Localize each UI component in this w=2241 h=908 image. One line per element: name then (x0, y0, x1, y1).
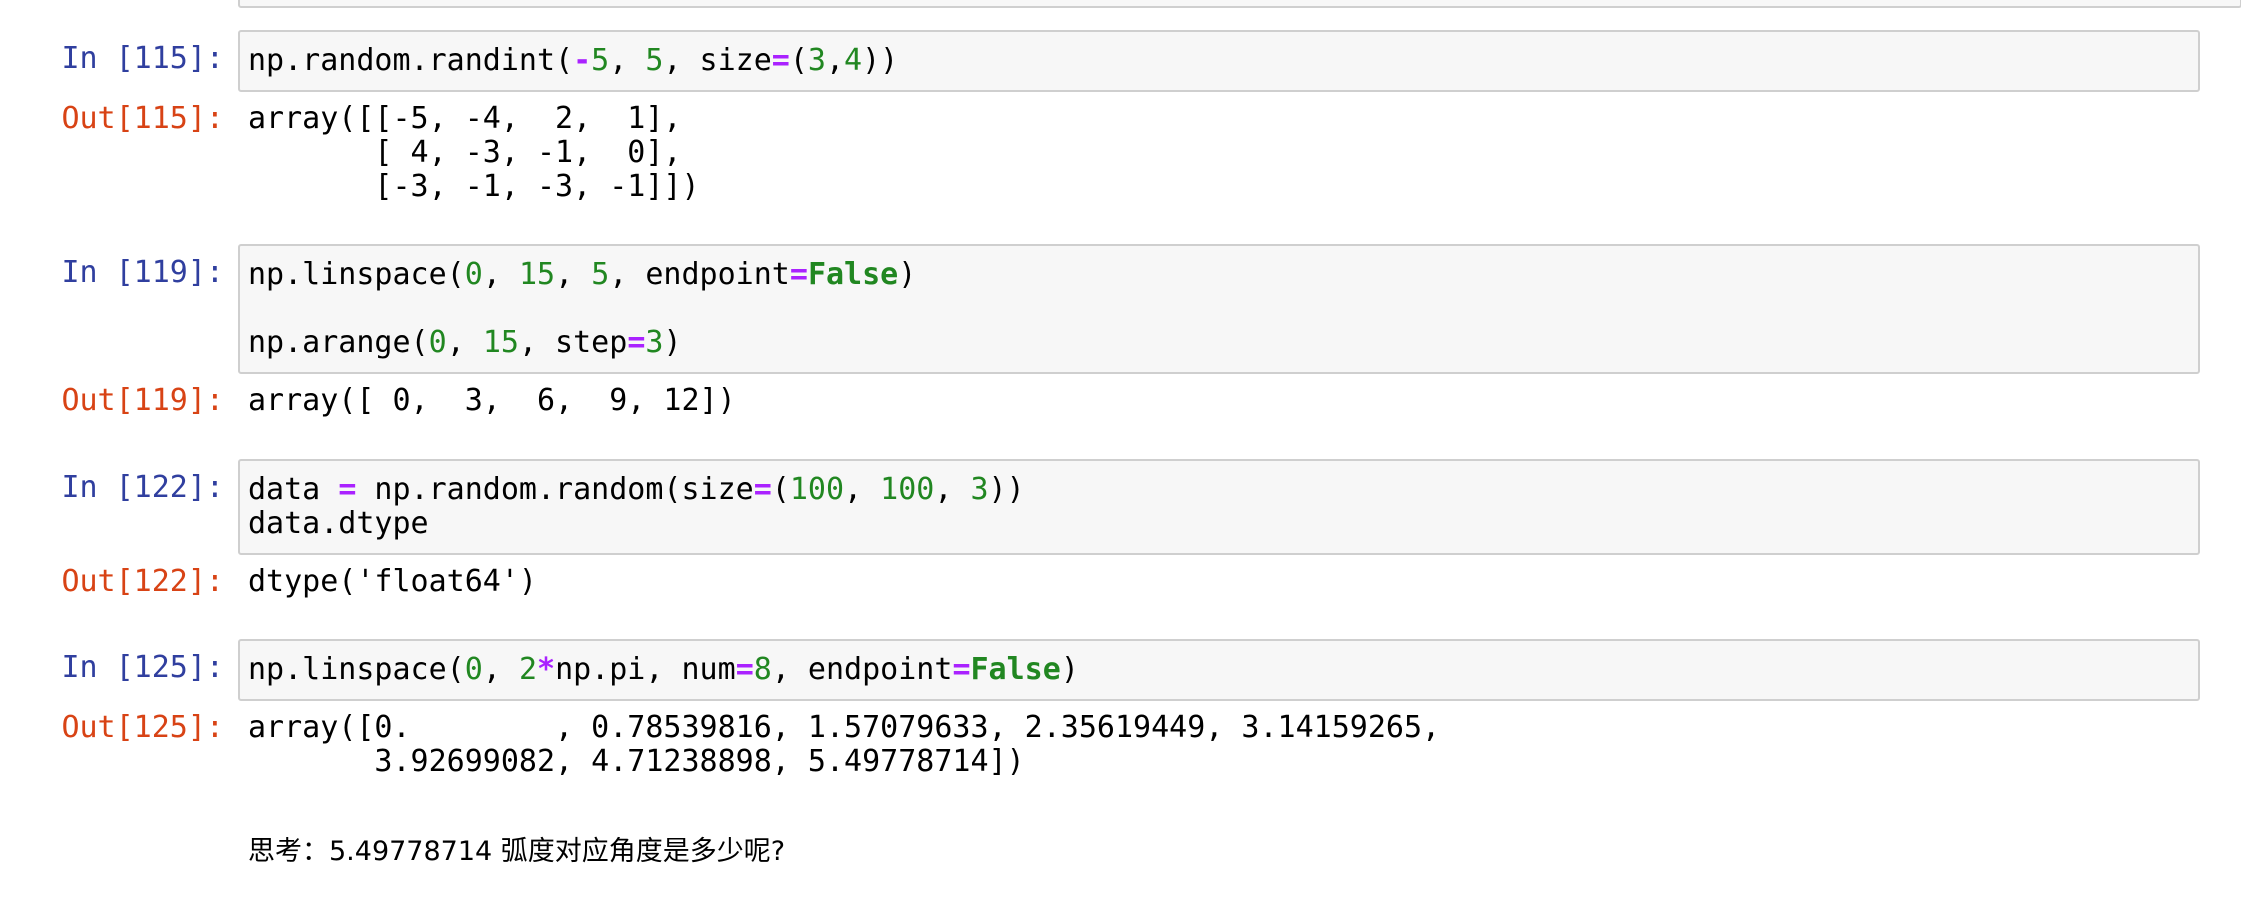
code-token: 8 (753, 652, 772, 687)
code-line: np.arange(0, 15, step=3) (248, 326, 682, 360)
in-prompt: In [115]: (61, 41, 224, 76)
code-line: data.dtype (248, 507, 429, 541)
code-token: data.dtype (248, 506, 429, 541)
code-token: 0 (464, 652, 483, 687)
code-token: = (627, 325, 646, 360)
code-token: 5 (645, 43, 664, 78)
previous-cell-input[interactable] (238, 0, 2241, 8)
output-line: [ 4, -3, -1, 0], (248, 135, 682, 170)
code-token: = (753, 472, 772, 507)
code-token: , (825, 43, 845, 78)
output-line: array([ 0, 3, 6, 9, 12]) (248, 383, 736, 418)
code-line: np.random.randint(-5, 5, size=(3,4)) (248, 44, 898, 78)
code-token: * (537, 652, 556, 687)
output-line: 3.92699082, 4.71238898, 5.49778714]) (248, 744, 1025, 779)
code-token: 100 (789, 472, 845, 507)
code-line: data = np.random.random(size=(100, 100, … (248, 473, 1025, 507)
code-token: ) (1060, 652, 1079, 687)
code-token: data (248, 472, 339, 507)
code-token: = (771, 43, 790, 78)
code-token: ) (898, 257, 917, 292)
output-line: array([[-5, -4, 2, 1], (248, 101, 682, 136)
code-token: , (446, 325, 483, 360)
out-prompt: Out[119]: (61, 383, 224, 418)
code-cell-input[interactable]: np.linspace(0, 15, 5, endpoint=False) np… (238, 244, 2200, 374)
code-token: np.linspace( (248, 257, 465, 292)
code-token: - (573, 43, 592, 78)
code-token: 4 (844, 43, 863, 78)
code-cell-input[interactable]: np.linspace(0, 2*np.pi, num=8, endpoint=… (238, 639, 2200, 701)
output-line: [-3, -1, -3, -1]]) (248, 169, 700, 204)
code-cell-input[interactable]: np.random.randint(-5, 5, size=(3,4)) (238, 30, 2200, 92)
code-token: ( (789, 43, 808, 78)
out-prompt: Out[122]: (61, 564, 224, 599)
code-token: ( (771, 472, 790, 507)
code-token: np.arange( (248, 325, 429, 360)
code-token: )) (862, 43, 899, 78)
code-token: , size (663, 43, 772, 78)
code-token: = (735, 652, 754, 687)
code-token: , (934, 472, 971, 507)
output-line: dtype('float64') (248, 564, 537, 599)
code-token: 100 (880, 472, 935, 507)
code-token: , (609, 43, 646, 78)
code-line: np.linspace(0, 15, 5, endpoint=False) (248, 258, 916, 292)
code-token: = (789, 257, 808, 292)
code-token: False (970, 652, 1061, 687)
code-token: )) (988, 472, 1025, 507)
code-token: , endpoint (609, 257, 790, 292)
code-token: False (807, 257, 899, 292)
code-token: ) (663, 325, 682, 360)
code-token: 15 (482, 325, 519, 360)
code-token: 15 (518, 257, 556, 292)
code-token: 3 (970, 472, 989, 507)
code-token: , (844, 472, 881, 507)
code-token: 0 (464, 257, 483, 292)
out-prompt: Out[115]: (61, 101, 224, 136)
code-token: = (338, 472, 357, 507)
code-token: np.random.randint( (248, 43, 574, 78)
in-prompt: In [119]: (61, 255, 224, 290)
code-token: , (482, 652, 519, 687)
code-token: , (482, 257, 519, 292)
out-prompt: Out[125]: (61, 710, 224, 745)
code-token: 3 (807, 43, 826, 78)
code-token: = (952, 652, 971, 687)
code-token: 2 (518, 652, 537, 687)
code-token: np.pi, num (555, 652, 736, 687)
code-line: np.linspace(0, 2*np.pi, num=8, endpoint=… (248, 653, 1079, 687)
in-prompt: In [125]: (61, 650, 224, 685)
code-token: 5 (591, 43, 610, 78)
code-token: , (555, 257, 592, 292)
in-prompt: In [122]: (61, 470, 224, 505)
code-token: np.linspace( (248, 652, 465, 687)
markdown-cell[interactable]: 思考：5.49778714 弧度对应角度是多少呢? (248, 832, 785, 872)
code-token: np.random.random(size (356, 472, 754, 507)
code-cell-input[interactable]: data = np.random.random(size=(100, 100, … (238, 459, 2200, 555)
code-token: 0 (428, 325, 447, 360)
code-token: , step (518, 325, 628, 360)
code-token: 3 (645, 325, 664, 360)
code-token: 5 (591, 257, 610, 292)
output-line: array([0. , 0.78539816, 1.57079633, 2.35… (248, 710, 1441, 745)
code-token: , endpoint (771, 652, 953, 687)
